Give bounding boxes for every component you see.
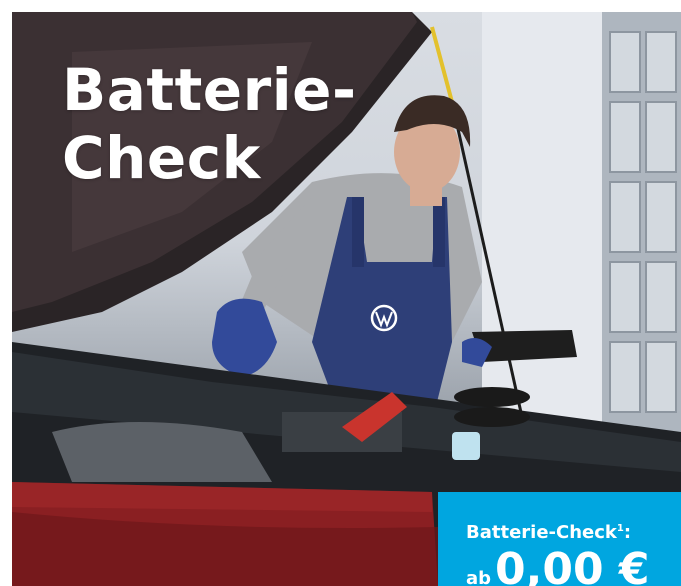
- offer-footnote: 1: [616, 523, 624, 534]
- headline-line-2: Check: [62, 124, 261, 192]
- promo-banner: Batterie- Check Batterie-Check1: ab0,00 …: [0, 0, 681, 586]
- offer-label: Batterie-Check1:: [466, 522, 681, 544]
- price-badge[interactable]: Batterie-Check1: ab0,00 €: [438, 492, 681, 586]
- headline: Batterie- Check: [62, 56, 357, 192]
- headline-line-1: Batterie-: [62, 56, 357, 124]
- price-row: ab0,00 €: [466, 548, 681, 586]
- offer-label-text: Batterie-Check: [466, 522, 617, 543]
- price-value: 0,00 €: [495, 544, 650, 586]
- price-prefix: ab: [466, 568, 492, 586]
- offer-label-suffix: :: [623, 522, 632, 543]
- hero-photo: Batterie- Check Batterie-Check1: ab0,00 …: [12, 12, 681, 586]
